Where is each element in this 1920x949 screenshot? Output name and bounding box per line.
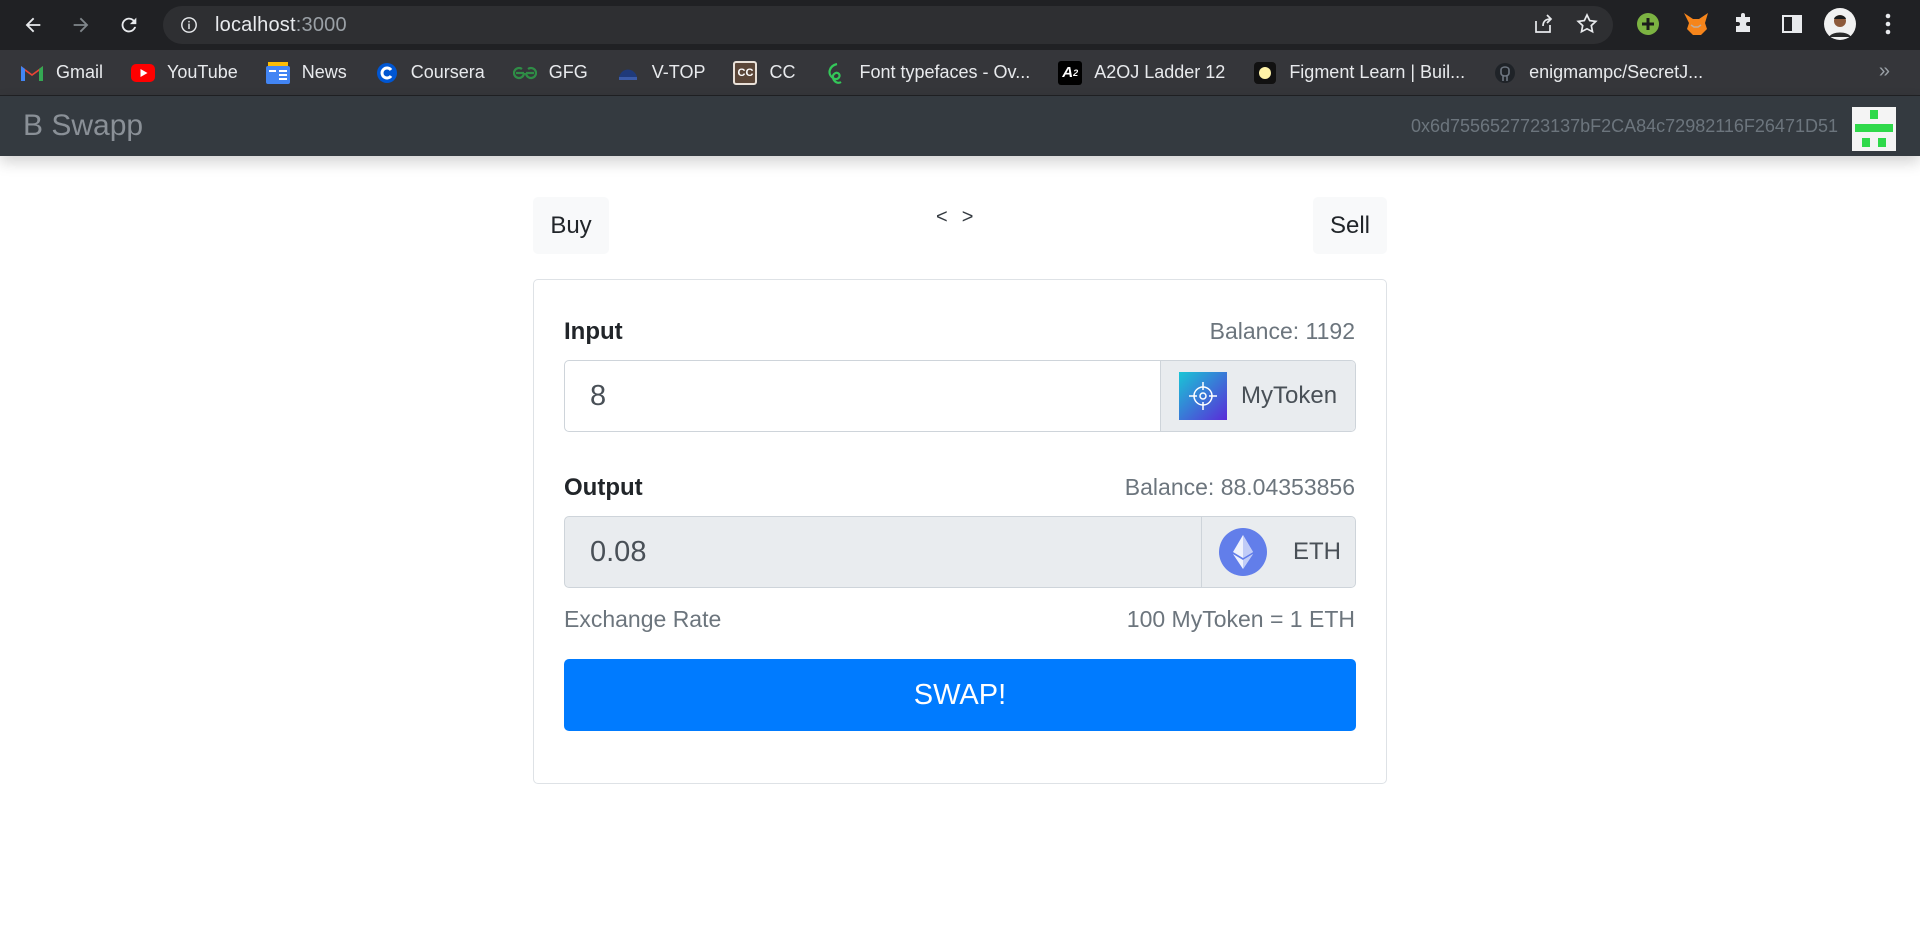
buy-button[interactable]: Buy	[533, 197, 609, 254]
output-token-name: ETH	[1293, 538, 1341, 565]
bookmark-news[interactable]: News	[265, 61, 347, 85]
next-arrow[interactable]: >	[962, 206, 988, 228]
bookmark-youtube[interactable]: YouTube	[131, 61, 238, 85]
bookmark-label: News	[301, 62, 347, 82]
site-info-icon[interactable]	[179, 15, 199, 35]
a2oj-icon: A2	[1058, 60, 1083, 85]
sell-button[interactable]: Sell	[1313, 197, 1387, 254]
url-text: localhost:3000	[215, 14, 347, 37]
mode-switch-arrows: <>	[936, 206, 987, 229]
account-address: 0x6d7556527723137bF2CA84c72982116F26471D…	[1410, 116, 1838, 136]
input-balance: Balance: 1192	[1209, 318, 1355, 344]
bookmark-font-typefaces[interactable]: Font typefaces - Ov...	[823, 61, 1030, 85]
browser-toolbar: localhost:3000	[0, 0, 1920, 50]
input-amount-field[interactable]	[565, 361, 1160, 431]
extensions-puzzle-icon[interactable]	[1728, 8, 1760, 40]
exchange-rate-value: 100 MyToken = 1 ETH	[1126, 606, 1355, 632]
back-arrow-icon[interactable]	[16, 8, 50, 42]
bookmark-coursera[interactable]: Coursera	[375, 61, 485, 85]
bookmark-github[interactable]: enigmampc/SecretJ...	[1493, 61, 1703, 85]
brand-title[interactable]: B Swapp	[23, 109, 143, 143]
output-group: ETH	[564, 516, 1356, 588]
figment-icon	[1253, 61, 1277, 85]
forward-arrow-icon[interactable]	[64, 8, 98, 42]
youtube-icon	[131, 61, 156, 85]
bookmark-label: Coursera	[410, 62, 485, 82]
output-label: Output	[564, 474, 643, 501]
google-news-icon	[265, 61, 290, 85]
output-amount-field	[565, 517, 1201, 587]
vtop-icon	[616, 61, 640, 85]
bookmark-gmail[interactable]: Gmail	[20, 61, 103, 85]
more-bookmarks-chevron-icon[interactable]: »	[1879, 60, 1890, 83]
bookmark-label: V-TOP	[651, 62, 706, 82]
font-icon	[823, 61, 847, 85]
bookmark-label: enigmampc/SecretJ...	[1529, 62, 1704, 82]
input-token-name: MyToken	[1241, 382, 1338, 409]
bookmark-label: GFG	[548, 62, 588, 82]
bookmark-label: Gmail	[56, 62, 104, 82]
bookmark-star-icon[interactable]	[1575, 12, 1599, 41]
bookmarks-bar: Gmail YouTube News Coursera GFG V-TOP CC…	[0, 50, 1920, 96]
share-icon[interactable]	[1531, 12, 1555, 41]
mode-controls: Buy <> Sell	[533, 197, 1387, 255]
bookmark-a2oj[interactable]: A 2 A2OJ Ladder 12	[1058, 60, 1226, 85]
chrome-menu-icon[interactable]	[1872, 8, 1904, 40]
gfg-icon	[512, 61, 537, 85]
gmail-icon	[20, 61, 44, 85]
bookmark-label: CC	[769, 62, 796, 82]
swap-button[interactable]: SWAP!	[564, 659, 1356, 731]
output-token-addon: ETH	[1201, 517, 1355, 587]
exchange-rate-label: Exchange Rate	[564, 606, 722, 632]
bookmark-label: A2OJ Ladder 12	[1094, 62, 1226, 82]
side-panel-icon[interactable]	[1776, 8, 1808, 40]
input-token-addon: MyToken	[1160, 361, 1355, 431]
metamask-fox-icon[interactable]	[1680, 8, 1712, 40]
reload-icon[interactable]	[112, 8, 146, 42]
profile-avatar[interactable]	[1824, 8, 1856, 40]
coursera-icon	[375, 61, 399, 85]
account-identicon	[1852, 107, 1896, 151]
bookmark-label: Figment Learn | Buil...	[1289, 62, 1466, 82]
url-host: localhost	[215, 13, 296, 36]
address-bar[interactable]: localhost:3000	[163, 6, 1613, 44]
bookmark-vtop[interactable]: V-TOP	[616, 61, 706, 85]
output-balance: Balance: 88.04353856	[1124, 474, 1355, 500]
input-group: MyToken	[564, 360, 1356, 432]
url-port: :3000	[295, 13, 347, 36]
bookmark-figment[interactable]: Figment Learn | Buil...	[1253, 61, 1465, 85]
codechef-icon: CC	[733, 60, 758, 85]
input-label: Input	[564, 318, 623, 345]
github-icon	[1493, 61, 1517, 85]
eth-logo-icon	[1219, 528, 1267, 576]
bookmark-gfg[interactable]: GFG	[512, 61, 588, 85]
extension-plus-icon[interactable]	[1632, 8, 1664, 40]
bookmark-cc[interactable]: CC CC	[733, 60, 796, 85]
prev-arrow[interactable]: <	[936, 206, 962, 228]
app-navbar: B Swapp 0x6d7556527723137bF2CA84c7298211…	[0, 96, 1920, 156]
bookmark-label: YouTube	[167, 62, 238, 82]
mytoken-logo-icon	[1179, 372, 1227, 420]
swap-card: Input Balance: 1192 MyToken Output Balan…	[533, 279, 1387, 784]
bookmark-label: Font typefaces - Ov...	[859, 62, 1031, 82]
